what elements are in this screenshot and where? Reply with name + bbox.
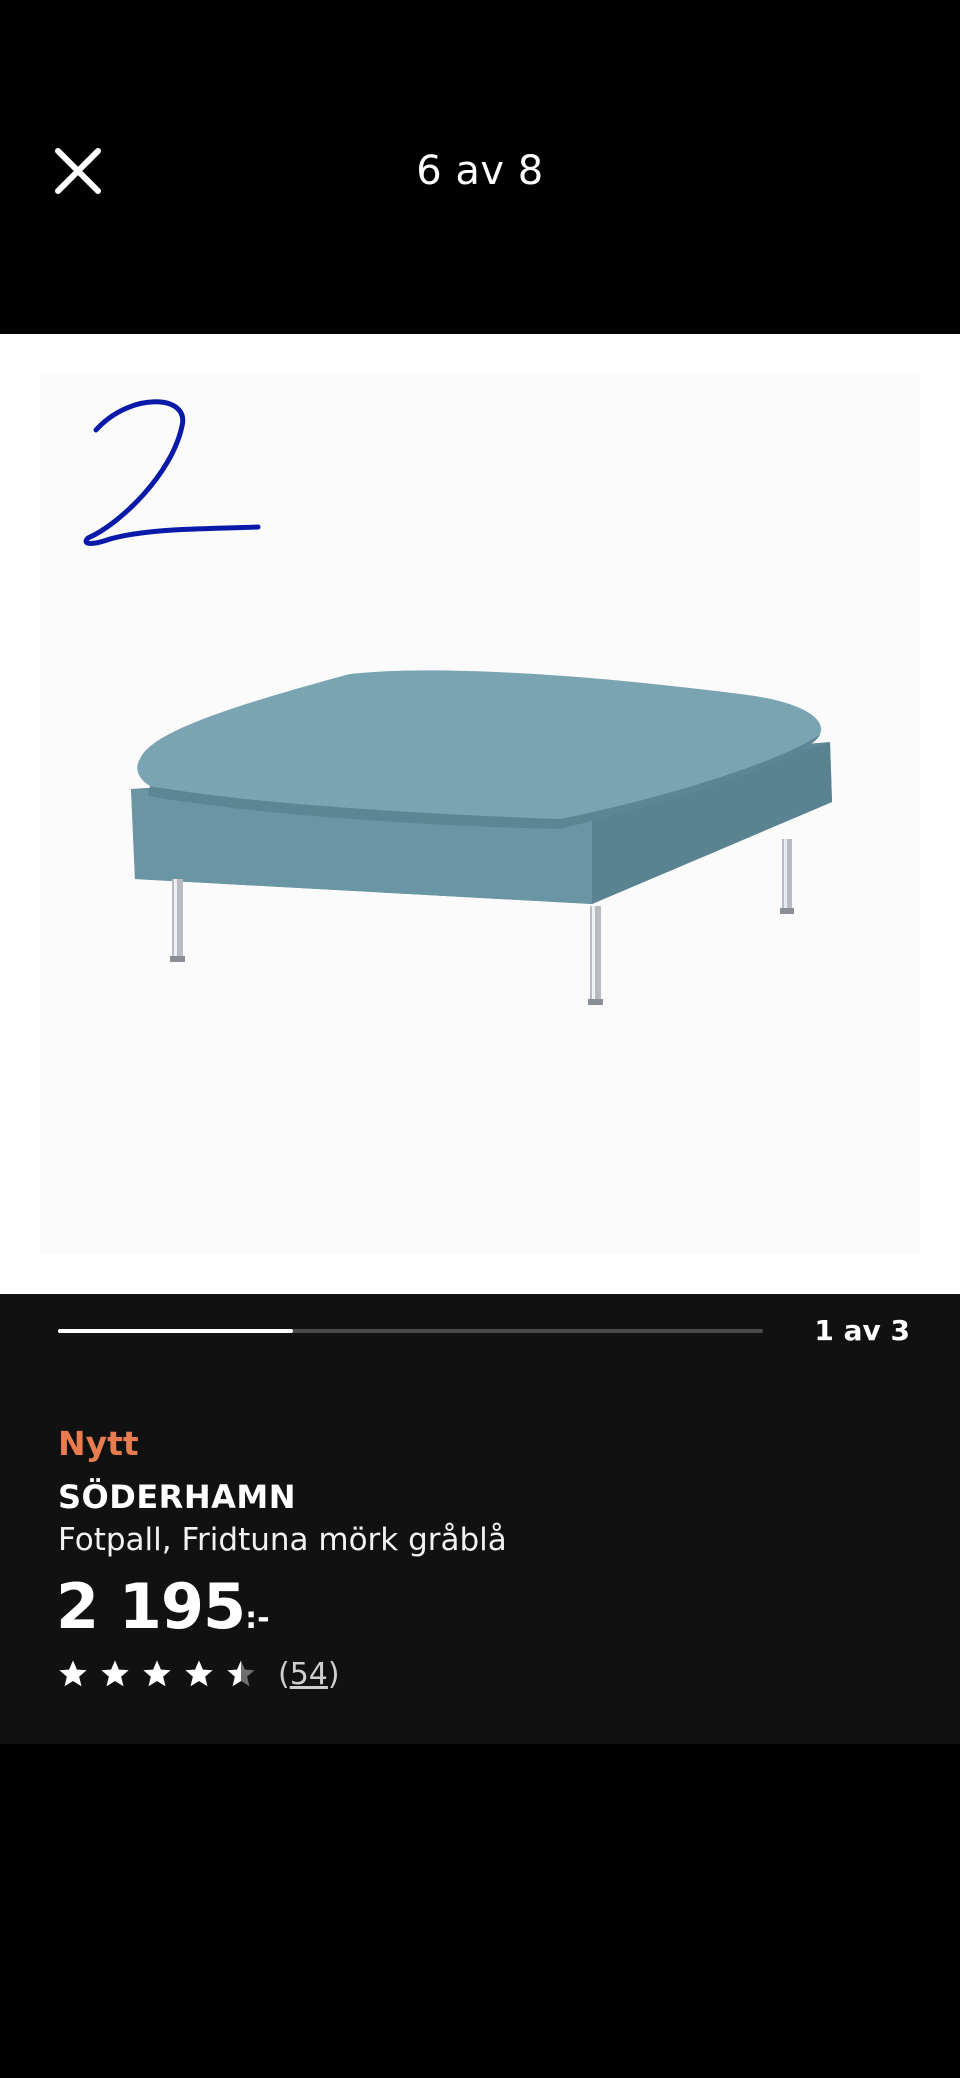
review-count-open: ( (278, 1656, 290, 1692)
product-image[interactable] (0, 334, 960, 1294)
product-info-panel: 1 av 3 Nytt SÖDERHAMN Fotpall, Fridtuna … (0, 1294, 960, 1744)
product-name[interactable]: SÖDERHAMN (58, 1478, 296, 1516)
viewer-header: 6 av 8 (0, 0, 960, 334)
image-counter: 6 av 8 (416, 148, 544, 194)
rating-stars (58, 1659, 268, 1689)
star-half-icon (227, 1660, 255, 1687)
product-description: Fotpall, Fridtuna mörk gråblå (58, 1522, 507, 1558)
new-badge: Nytt (58, 1424, 139, 1463)
rating[interactable]: (54) (58, 1655, 340, 1693)
star-full-icon (185, 1660, 213, 1687)
carousel-progress-fill (58, 1329, 293, 1333)
product-photo (0, 334, 960, 1294)
product-image-viewer: 6 av 8 1 av 3 Nytt SÖDERHAMN Fotpall, Fr… (0, 0, 960, 2078)
star-full-icon (59, 1660, 87, 1687)
review-count: 54 (289, 1656, 328, 1692)
carousel-progress-track (58, 1329, 763, 1333)
price-suffix: :- (245, 1601, 270, 1636)
price-value: 2 195 (56, 1570, 246, 1643)
review-count-close: ) (327, 1656, 340, 1692)
review-count-link[interactable]: (54) (278, 1657, 340, 1692)
star-full-icon (101, 1660, 129, 1687)
star-full-icon (143, 1660, 171, 1687)
product-price: 2 195:- (56, 1570, 270, 1643)
carousel-position: 1 av 3 (814, 1314, 910, 1347)
